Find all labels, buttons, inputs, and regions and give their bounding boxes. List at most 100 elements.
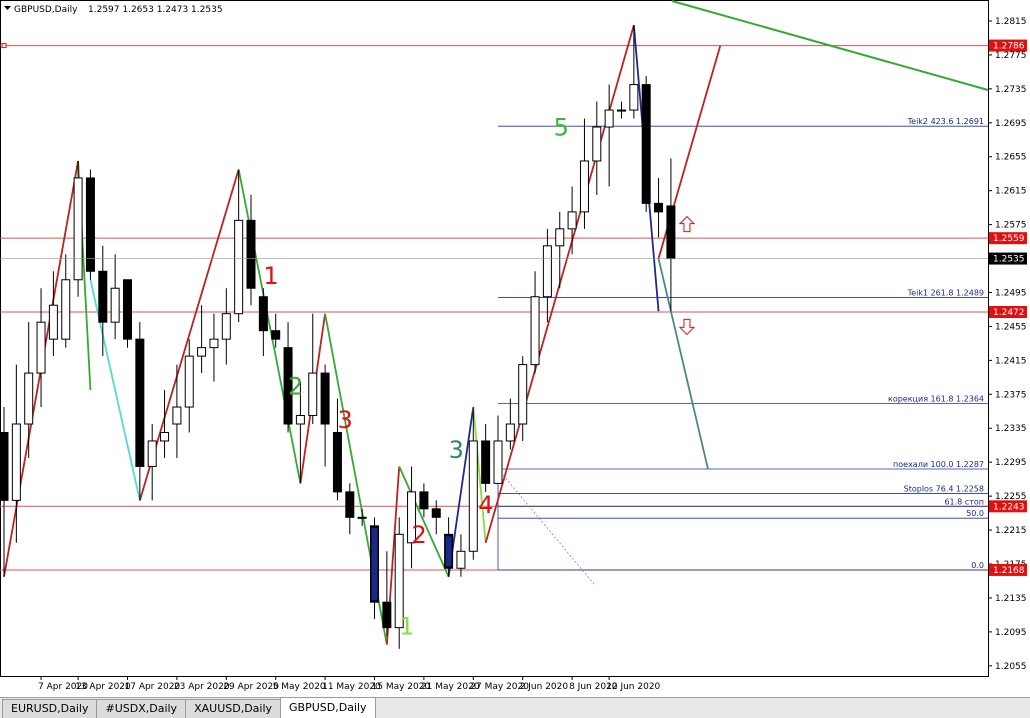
candle-body [0,431,9,501]
candle-body [542,245,552,298]
fib-level-label: корекция 161.8 1.2364 [888,395,984,404]
y-tick-label: 1.2615 [995,187,1027,197]
wave-label: 1 [399,612,414,640]
candle-body [567,211,577,230]
candle-body [246,219,256,289]
candle-body [320,372,330,425]
tab-xauusd[interactable]: XAUUSD,Daily [185,699,282,718]
candle-body [579,160,589,213]
wave-label: 3 [337,406,352,434]
candle-body [456,550,466,569]
candle-body [11,423,21,501]
y-tick-label: 1.2775 [995,51,1027,61]
y-tick-label: 1.2135 [995,594,1027,604]
y-tick-label: 1.2335 [995,424,1027,434]
candle-body [234,219,244,315]
candle-body [431,508,441,518]
fib-level-label: Stoplos 76.4 1.2258 [904,485,984,494]
candle-body [357,516,367,519]
x-tick-label: 13 Apr 2020 [75,682,131,692]
candle-body [209,338,219,349]
x-tick-label: 29 Apr 2020 [223,682,279,692]
candle-body [73,177,83,281]
chart-area[interactable]: 1.2815 1.2775 1.2735 1.2695 1.2655 1.2615 1.25… [0,0,1030,697]
price-badge-label: 1.2786 [993,42,1025,52]
y-tick-label: 1.2415 [995,356,1027,366]
y-tick-label: 1.2695 [995,119,1027,129]
price-chart[interactable]: 1.2815 1.2775 1.2735 1.2695 1.2655 1.2615 1.25… [0,0,1030,697]
fib-level-label: 61.8 стоп [944,497,984,506]
fib-level-label: 0.0 [971,561,984,570]
candle-body [85,177,95,272]
candle-body [172,406,182,425]
candle-highlight [445,536,452,567]
candle-body [36,321,46,374]
y-tick-label: 1.2575 [995,221,1027,231]
tab-usdx[interactable]: #USDX,Daily [96,699,187,718]
chart-tab-bar: EURUSD,Daily #USDX,Daily XAUUSD,Daily GB… [0,697,1030,718]
candle-body [419,491,429,510]
candle-body [666,205,676,260]
x-tick-label: 17 Apr 2020 [125,682,181,692]
candle-body [493,440,503,484]
candle-body [617,109,626,112]
candle-body [61,279,71,340]
price-badge-label: 1.2168 [993,566,1025,576]
candle-body [135,338,145,467]
candle-body [123,279,132,340]
y-tick-label: 1.2095 [995,628,1027,638]
candle-body [592,126,602,162]
wave-label: 1 [263,262,278,290]
fib-level-label: 50.0 [966,509,984,518]
price-badge-label: 1.2243 [993,502,1025,512]
candle-body [24,372,34,425]
x-tick-label: 23 Apr 2020 [174,682,230,692]
y-tick-label: 1.2735 [995,85,1027,95]
y-tick-label: 1.2215 [995,526,1027,536]
candle-body [505,423,515,442]
y-tick-label: 1.2375 [995,390,1027,400]
candle-body [147,440,157,467]
y-tick-label: 1.2455 [995,322,1027,332]
candle-body [197,347,207,357]
chart-ohlc-values: 1.2597 1.2653 1.2473 1.2535 [88,5,223,15]
wave-label: 2 [412,521,427,549]
chart-frame [0,0,989,677]
candle-body [468,440,478,552]
candle-body [258,296,268,332]
candle-body [110,287,120,323]
fib-level-label: поехали 100.0 1.2287 [893,460,984,469]
y-tick-label: 1.2655 [995,153,1027,163]
wave-label: 5 [554,114,569,142]
candle-body [654,202,664,213]
level-anchor [1,43,7,49]
candle-body [332,431,342,493]
candle-body [641,84,651,204]
candle-body [629,84,639,111]
candle-body [308,372,318,417]
x-tick-label: 5 May 2020 [273,682,326,692]
price-badge-label: 1.2559 [993,234,1025,244]
price-badge-label: 1.2535 [993,255,1025,265]
candle-body [481,440,491,484]
price-badge-label: 1.2472 [993,308,1025,318]
candle-body [184,355,194,408]
y-tick-label: 1.2295 [995,458,1027,468]
candle-body [555,228,565,247]
tab-eurusd[interactable]: EURUSD,Daily [2,699,98,718]
candle-body [530,296,540,366]
candle-body [345,491,355,518]
y-tick-label: 1.2495 [995,288,1027,298]
tab-gbpusd[interactable]: GBPUSD,Daily [280,697,376,718]
x-tick-label: 2 Jun 2020 [520,682,569,692]
candle-body [295,415,305,425]
candle-body [98,270,108,323]
candle-body [604,109,614,128]
chart-symbol-title: GBPUSD,Daily [14,5,78,15]
fib-level-label: Teik1 261.8 1.2489 [907,289,984,298]
y-tick-label: 1.2055 [995,662,1027,672]
candle-body [221,313,231,340]
candle-body [382,601,392,629]
candle-highlight [371,527,378,601]
candle-body [160,431,170,442]
